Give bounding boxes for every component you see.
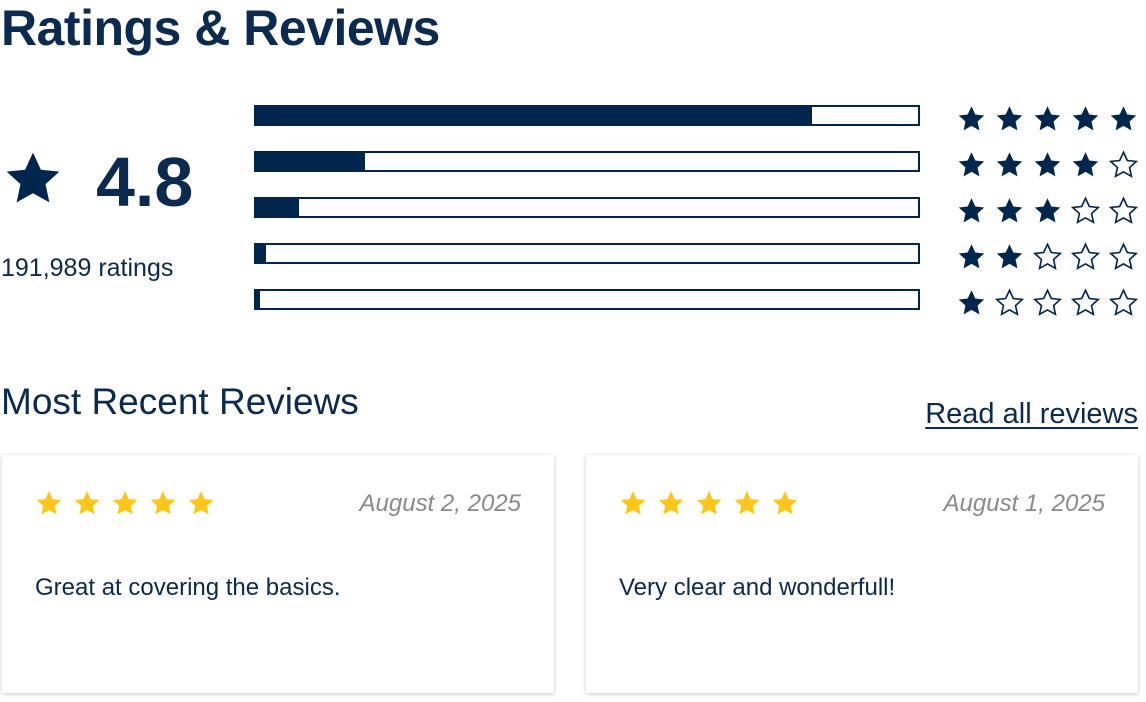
star-filled-icon: [74, 491, 100, 515]
ratings-count: 191,989 ratings: [1, 254, 174, 282]
star-filled-icon: [958, 106, 985, 131]
star-filled-icon: [188, 491, 214, 515]
star-row-4: [956, 150, 1139, 182]
star-outline-icon: [994, 288, 1025, 316]
average-rating: 4.8: [96, 143, 194, 221]
rating-bar-fill: [256, 153, 366, 170]
star-row-1: [956, 288, 1139, 320]
star-filled-icon: [1072, 106, 1099, 131]
star-filled-icon: [1034, 106, 1061, 131]
star-outline-icon: [1070, 242, 1101, 270]
rating-bar-1-star: [254, 289, 920, 310]
star-filled-icon: [1072, 152, 1099, 177]
star-filled-icon: [958, 244, 985, 269]
review-date: August 2, 2025: [359, 490, 521, 517]
star-filled-icon: [1110, 106, 1137, 131]
rating-star-legend: [956, 104, 1139, 334]
star-outline-icon: [1108, 196, 1139, 224]
rating-bar-4-star: [254, 151, 920, 172]
star-filled-icon: [36, 491, 62, 515]
star-outline-icon: [1070, 288, 1101, 316]
star-row-5: [956, 104, 1139, 136]
ratings-reviews-page: Ratings & Reviews 4.8 191,989 ratings Mo…: [0, 0, 1146, 702]
review-date: August 1, 2025: [943, 490, 1105, 517]
star-filled-icon: [112, 491, 138, 515]
star-filled-icon: [658, 491, 684, 515]
star-filled-icon: [958, 290, 985, 315]
star-row-3: [956, 196, 1139, 228]
star-filled-icon: [1034, 198, 1061, 223]
star-outline-icon: [1108, 288, 1139, 316]
star-filled-icon: [996, 198, 1023, 223]
rating-bar-fill: [256, 107, 813, 124]
review-text: Very clear and wonderfull!: [619, 574, 896, 601]
star-outline-icon: [1070, 196, 1101, 224]
read-all-reviews-link[interactable]: Read all reviews: [925, 396, 1138, 432]
rating-bar-5-star: [254, 105, 920, 126]
star-filled-icon: [696, 491, 722, 515]
star-filled-icon: [150, 491, 176, 515]
rating-distribution: [254, 105, 920, 335]
star-outline-icon: [1032, 288, 1063, 316]
star-filled-icon: [958, 152, 985, 177]
star-filled-icon: [958, 198, 985, 223]
star-filled-icon: [620, 491, 646, 515]
page-title: Ratings & Reviews: [1, 0, 440, 56]
review-text: Great at covering the basics.: [35, 574, 341, 601]
star-row-2: [956, 242, 1139, 274]
rating-bar-fill: [256, 199, 300, 216]
most-recent-reviews-heading: Most Recent Reviews: [1, 381, 359, 422]
rating-bar-fill: [256, 291, 260, 308]
star-filled-icon: [734, 491, 760, 515]
star-outline-icon: [1108, 150, 1139, 178]
star-filled-icon: [996, 152, 1023, 177]
star-filled-icon: [772, 491, 798, 515]
rating-bar-fill: [256, 245, 266, 262]
star-outline-icon: [1108, 242, 1139, 270]
review-card: August 2, 2025 Great at covering the bas…: [2, 455, 554, 693]
rating-bar-2-star: [254, 243, 920, 264]
review-stars: [618, 489, 800, 518]
star-icon: [0, 148, 66, 210]
star-filled-icon: [996, 106, 1023, 131]
rating-bar-3-star: [254, 197, 920, 218]
review-stars: [34, 489, 216, 518]
star-outline-icon: [1032, 242, 1063, 270]
star-filled-icon: [1034, 152, 1061, 177]
star-filled-icon: [996, 244, 1023, 269]
review-card: August 1, 2025 Very clear and wonderfull…: [586, 455, 1138, 693]
